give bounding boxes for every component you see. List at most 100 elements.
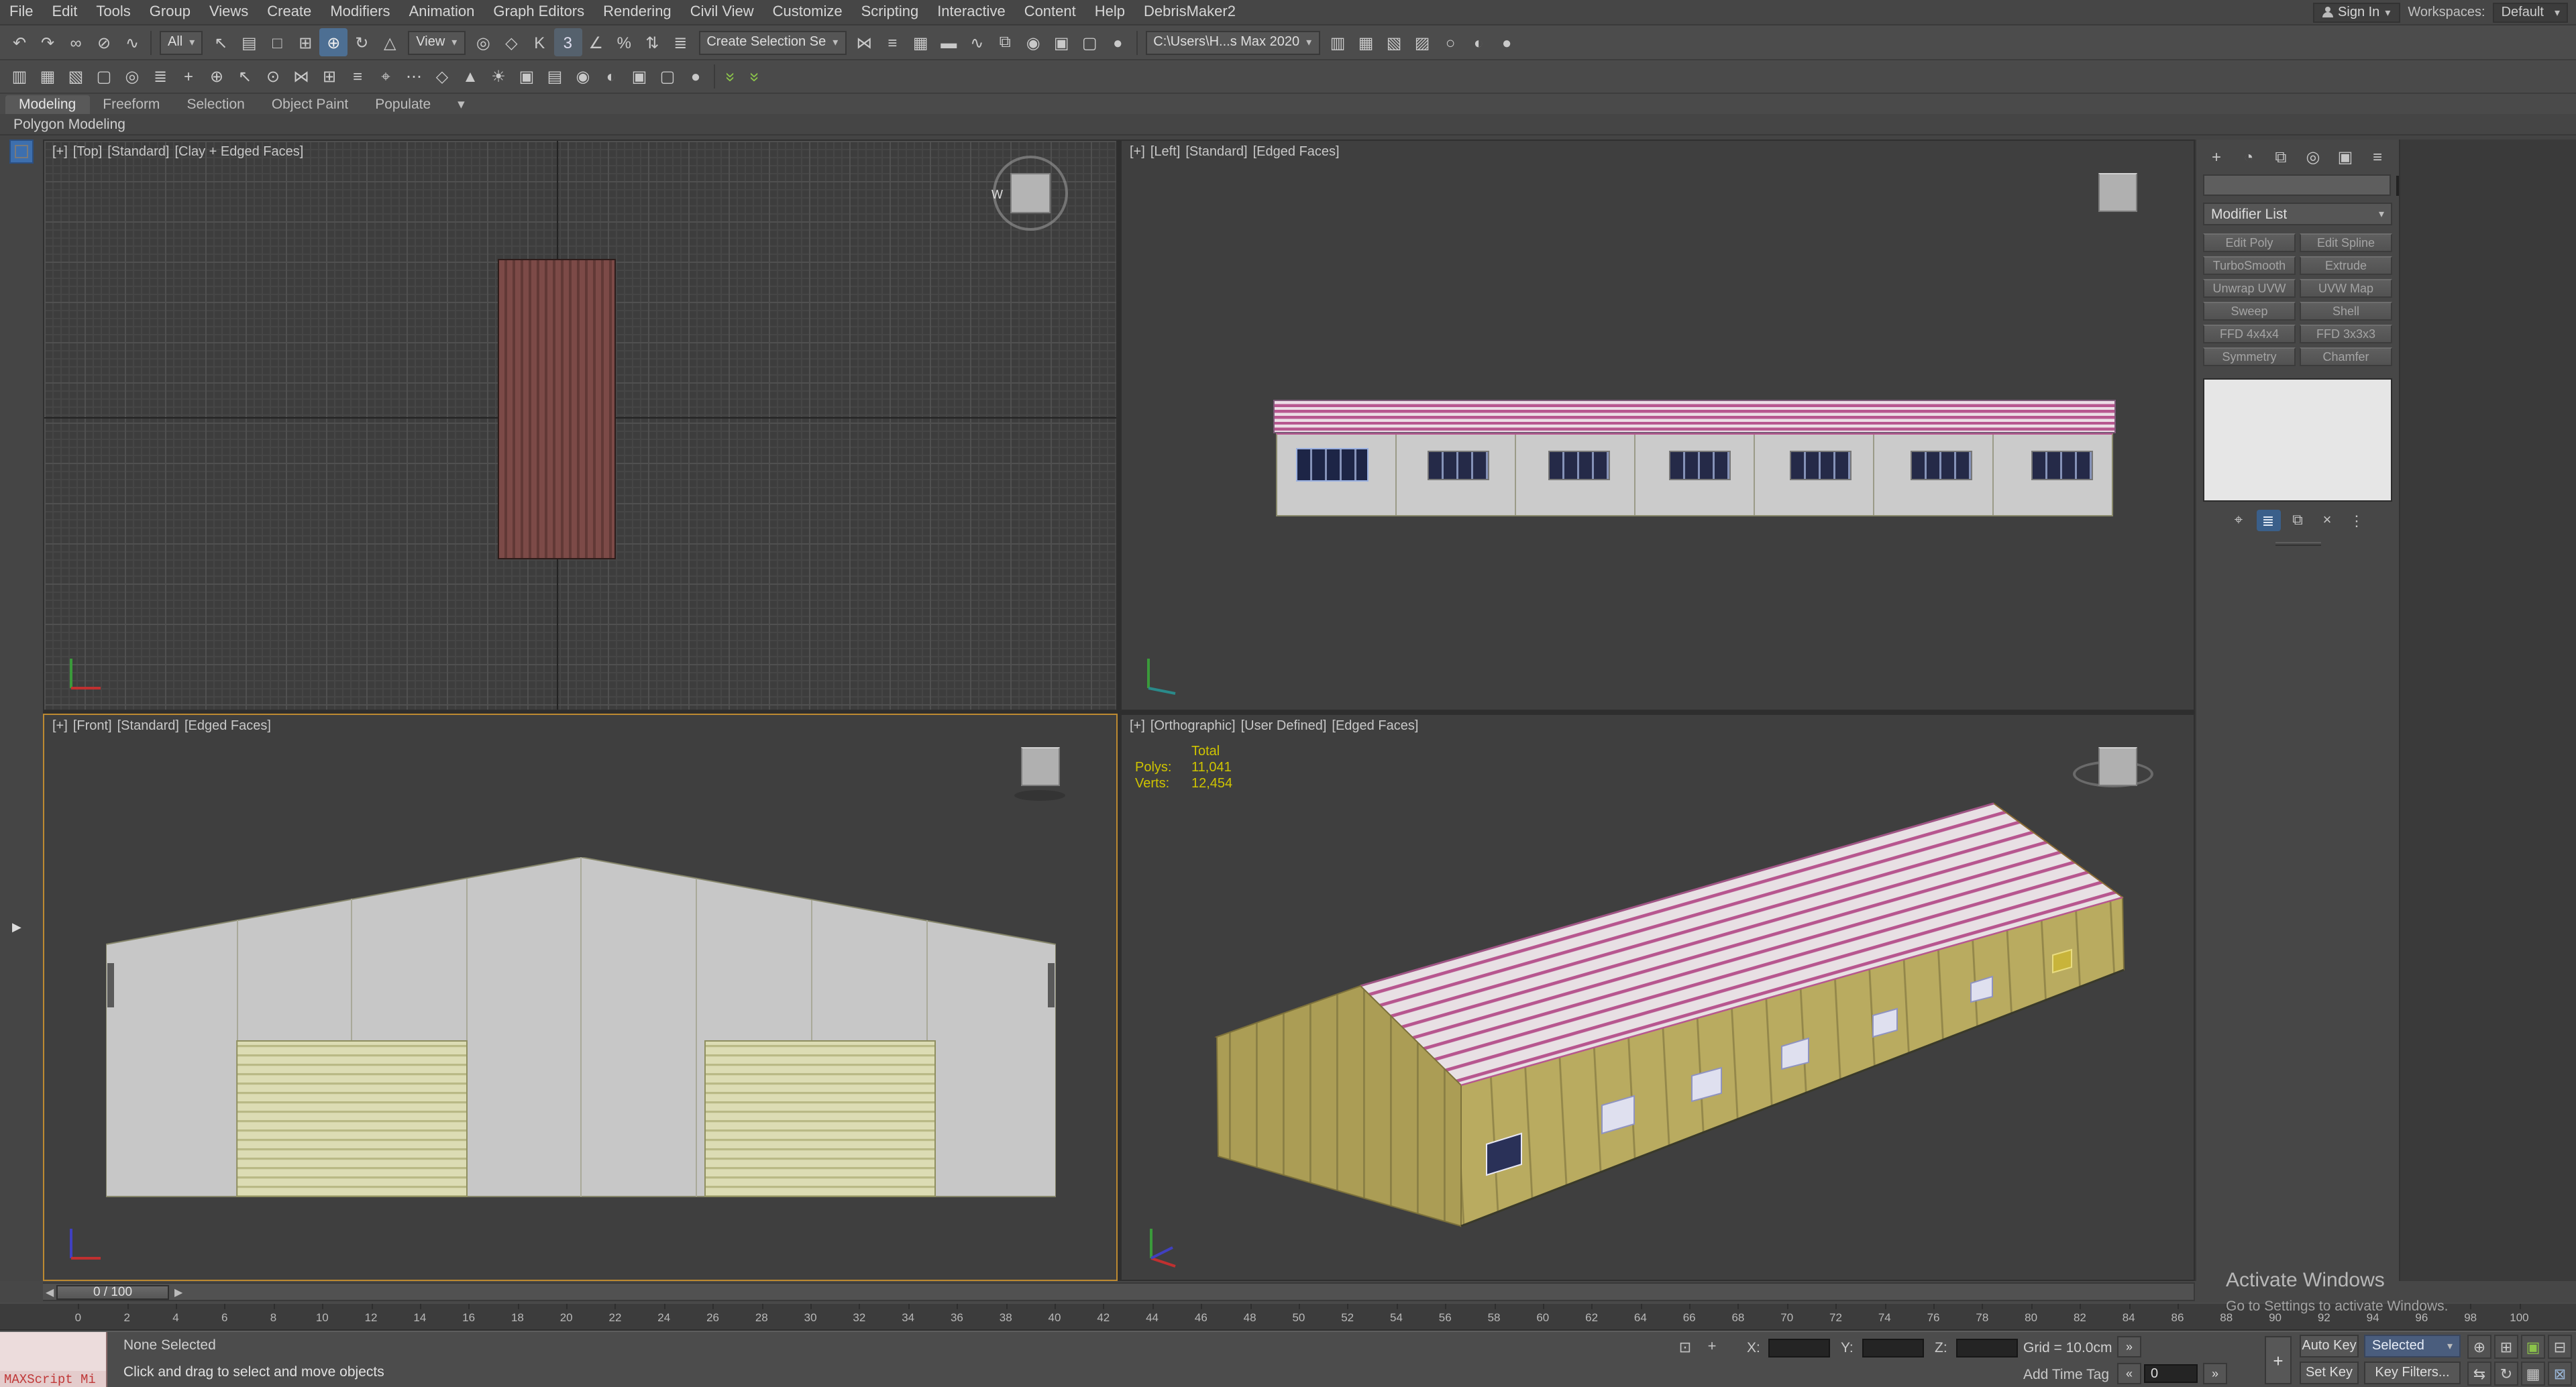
viewport-label-segment[interactable]: [+] [1130,719,1145,734]
viewport-label-segment[interactable]: [Clay + Edged Faces] [175,145,304,160]
x-coordinate-field[interactable] [1768,1339,1830,1357]
align-to-view-icon[interactable]: ▤ [541,62,569,91]
select-and-link-icon[interactable]: ∞ [62,28,90,56]
maximize-viewport-toggle-icon[interactable]: ⊠ [2548,1362,2572,1386]
add-time-tag[interactable]: Add Time Tag [2023,1367,2109,1383]
viewport-label-segment[interactable]: [Orthographic] [1150,719,1236,734]
orbit-icon[interactable]: ↻ [2494,1362,2518,1386]
render-iterative-icon[interactable]: ◐ [1464,28,1493,56]
layout-flyout-arrow-icon[interactable]: ▶ [12,920,21,935]
select-and-manipulate-icon[interactable]: ◇ [497,28,525,56]
spinner-snap-icon[interactable]: ⇅ [638,28,666,56]
ribbon-tab-selection[interactable]: Selection [173,95,258,114]
keyboard-override-icon[interactable]: K [525,28,553,56]
manage-layers-icon[interactable]: ≣ [146,62,174,91]
next-frame-arrow-icon[interactable]: ▶ [174,1286,182,1298]
rendered-frame-window-icon[interactable]: ▢ [1075,28,1104,56]
viewport-label-segment[interactable]: [Edged Faces] [184,719,271,734]
menu-item[interactable]: Tools [87,0,140,24]
configure-modifier-sets-icon[interactable]: ⋮ [2345,510,2369,531]
activeshade-icon[interactable]: ○ [1436,28,1464,56]
rendered-frame-2-icon[interactable]: ▢ [653,62,682,91]
percent-snap-icon[interactable]: % [610,28,638,56]
angle-snap-icon[interactable]: ∠ [582,28,610,56]
menu-item[interactable]: File [0,0,42,24]
select-and-rotate-icon[interactable]: ↻ [347,28,376,56]
layer-explorer-icon[interactable]: ▦ [34,62,62,91]
render-last-icon[interactable]: ● [1493,28,1521,56]
remove-modifier-icon[interactable]: × [2315,510,2339,531]
next-key-button[interactable]: » [2203,1363,2227,1384]
panel-splitter-grip[interactable] [2275,542,2320,546]
pin-stack-icon[interactable]: ⌖ [2226,510,2251,531]
viewport-layout-active-icon[interactable] [9,140,34,164]
undo-icon[interactable]: ↶ [5,28,34,56]
select-and-scale-icon[interactable]: △ [376,28,404,56]
time-slider-thumb[interactable]: 0 / 100 [56,1285,169,1300]
ribbon-minimize-chevron-icon[interactable]: » [721,64,741,89]
menu-item[interactable]: Interactive [928,0,1015,24]
make-unique-icon[interactable]: ⧉ [2286,510,2310,531]
zoom-icon[interactable]: ⊕ [2467,1335,2491,1359]
modifier-set-button[interactable]: UVW Map [2300,279,2392,298]
display-floater-icon[interactable]: ▢ [90,62,118,91]
viewcube-face[interactable] [1010,173,1051,213]
ribbon-tab-modeling[interactable]: Modeling [5,95,90,114]
viewcube[interactable] [2098,747,2137,786]
menu-item[interactable]: Animation [400,0,484,24]
menu-item[interactable]: Scripting [852,0,928,24]
quick-render-icon[interactable]: ● [682,62,710,91]
motion-tab-icon[interactable]: ◎ [2298,145,2328,169]
zoom-region-icon[interactable]: ⊟ [2548,1335,2572,1359]
snapshot-icon[interactable]: ◇ [428,62,456,91]
workspace-dropdown[interactable]: Default ▾ [2493,2,2568,22]
key-filters-button[interactable]: Key Filters... [2364,1362,2461,1384]
curve-editor-icon[interactable]: ∿ [963,28,991,56]
align-icon[interactable]: ≡ [878,28,906,56]
modifier-set-button[interactable]: Shell [2300,302,2392,321]
viewport-orthographic[interactable]: [+] [Orthographic] [User Defined] [Edged Fa… [1120,714,2195,1281]
mirror-tool-icon[interactable]: ⋈ [287,62,315,91]
ribbon-expand-chevron-icon[interactable]: » [745,64,765,89]
previous-frame-arrow-icon[interactable]: ◀ [46,1286,54,1298]
saved-scene-explorer-icon[interactable]: ▨ [1408,28,1436,56]
y-coordinate-field[interactable] [1862,1339,1924,1357]
viewcube[interactable] [2098,173,2137,212]
auto-key-button[interactable]: Auto Key [2300,1335,2359,1357]
viewport-label-segment[interactable]: [+] [52,145,68,160]
modifier-list-dropdown[interactable]: Modifier List ▾ [2203,203,2392,225]
go-to-end-button[interactable]: » [2117,1336,2141,1357]
set-key-button[interactable]: Set Key [2300,1362,2359,1384]
menu-item[interactable]: Create [258,0,321,24]
layer-explorer-open-icon[interactable]: ▦ [1352,28,1380,56]
menu-item[interactable]: Group [140,0,200,24]
create-layer-icon[interactable]: + [174,62,203,91]
select-and-move-icon[interactable]: ⊕ [319,28,348,56]
menu-item[interactable]: Content [1015,0,1085,24]
viewport-label-segment[interactable]: [Top] [73,145,102,160]
modifier-stack-list[interactable] [2203,378,2392,502]
polygon-modeling-panel[interactable]: Polygon Modeling [0,116,139,132]
viewport-label-segment[interactable]: [User Defined] [1241,719,1327,734]
set-keys-button[interactable]: + [2265,1336,2292,1384]
viewport-label-segment[interactable]: [+] [1130,145,1145,160]
render-setup-2-icon[interactable]: ▣ [625,62,653,91]
viewport-label-segment[interactable]: [Edged Faces] [1332,719,1418,734]
menu-item[interactable]: Views [200,0,258,24]
viewport-label-segment[interactable]: [+] [52,719,68,734]
set-current-layer-icon[interactable]: ⊙ [259,62,287,91]
utilities-tab-icon[interactable]: ≡ [2363,145,2392,169]
viewport-top[interactable]: [+] [Top] [Standard] [Clay + Edged Faces] W [43,140,1118,711]
selection-lock-toggle-icon[interactable]: ⊡ [1674,1336,1696,1357]
zoom-extents-all-icon[interactable]: ▣ [2521,1335,2545,1359]
modifier-set-button[interactable]: Symmetry [2203,347,2296,366]
pan-view-icon[interactable]: ⇆ [2467,1362,2491,1386]
menu-item[interactable]: Edit [42,0,87,24]
unlink-selection-icon[interactable]: ⊘ [90,28,118,56]
modifier-set-button[interactable]: Sweep [2203,302,2296,321]
viewport-label-segment[interactable]: [Standard] [117,719,179,734]
select-object-icon[interactable]: ↖ [207,28,235,56]
selection-filter-dropdown[interactable]: All ▾ [160,30,203,54]
add-selection-to-layer-icon[interactable]: ⊕ [203,62,231,91]
mirror-icon[interactable]: ⋈ [850,28,878,56]
